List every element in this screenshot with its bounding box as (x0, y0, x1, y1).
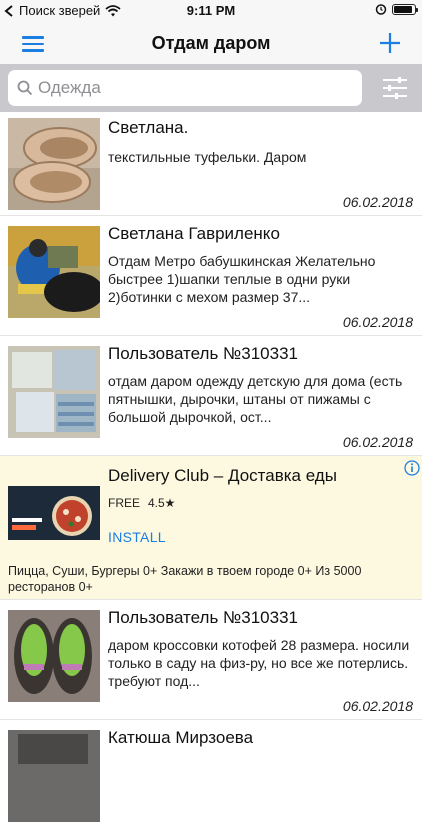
item-photo (8, 118, 100, 210)
page-title: Отдам даром (151, 33, 271, 53)
search-input[interactable] (38, 70, 356, 106)
item-title: Светлана. (108, 118, 189, 137)
search-field[interactable] (8, 70, 362, 106)
ad-price: FREE (108, 496, 141, 510)
list-item[interactable]: Пользователь №310331 отдам даром одежду … (0, 336, 422, 456)
status-bar: Поиск зверей 9:11 PM (0, 0, 422, 22)
status-right (375, 3, 418, 15)
ad-description: Пицца, Суши, Бургеры 0+ Закажи в твоем г… (8, 564, 362, 594)
list-item[interactable]: Пользователь №310331 даром кроссовки кот… (0, 600, 422, 720)
item-title: Светлана Гавриленко (108, 224, 280, 243)
list-item[interactable]: Светлана Гавриленко Отдам Метро бабушкин… (0, 216, 422, 336)
status-time: 9:11 PM (186, 3, 236, 18)
plus-icon[interactable] (378, 30, 402, 56)
install-button[interactable]: INSTALL (108, 529, 166, 545)
battery-icon (392, 3, 418, 15)
alarm-icon (375, 4, 387, 15)
listing-list: Светлана. текстильные туфельки. Даром 06… (0, 112, 422, 822)
item-photo (8, 226, 100, 318)
list-item[interactable]: Катюша Мирзоева (0, 720, 422, 822)
ad-rating: 4.5★ (148, 496, 176, 510)
item-title: Пользователь №310331 (108, 608, 299, 627)
ad-banner[interactable]: Delivery Club – Доставка еды FREE 4.5★ I… (0, 456, 422, 600)
search-bar (0, 64, 422, 112)
item-title: Пользователь №310331 (108, 344, 299, 363)
item-date: 06.02.2018 (342, 194, 413, 210)
item-description: даром кроссовки котофей 28 размера. носи… (108, 637, 410, 689)
list-item[interactable]: Светлана. текстильные туфельки. Даром 06… (0, 112, 422, 216)
item-photo (8, 346, 100, 438)
item-description: Отдам Метро бабушкинская Желательно быст… (108, 253, 376, 305)
info-icon[interactable] (404, 460, 420, 481)
nav-bar: Отдам даром (0, 22, 422, 64)
item-photo (8, 610, 100, 702)
sliders-icon[interactable] (382, 77, 408, 99)
item-description: отдам даром одежду детскую для дома (ест… (108, 373, 403, 425)
item-date: 06.02.2018 (342, 434, 413, 450)
item-date: 06.02.2018 (342, 698, 413, 714)
ad-image[interactable] (8, 486, 100, 540)
item-description: текстильные туфельки. Даром (108, 149, 307, 165)
item-date: 06.02.2018 (342, 314, 413, 330)
search-icon (17, 80, 33, 96)
ad-title[interactable]: Delivery Club – Доставка еды (108, 466, 337, 486)
item-title: Катюша Мирзоева (108, 728, 254, 747)
item-photo (8, 730, 100, 822)
